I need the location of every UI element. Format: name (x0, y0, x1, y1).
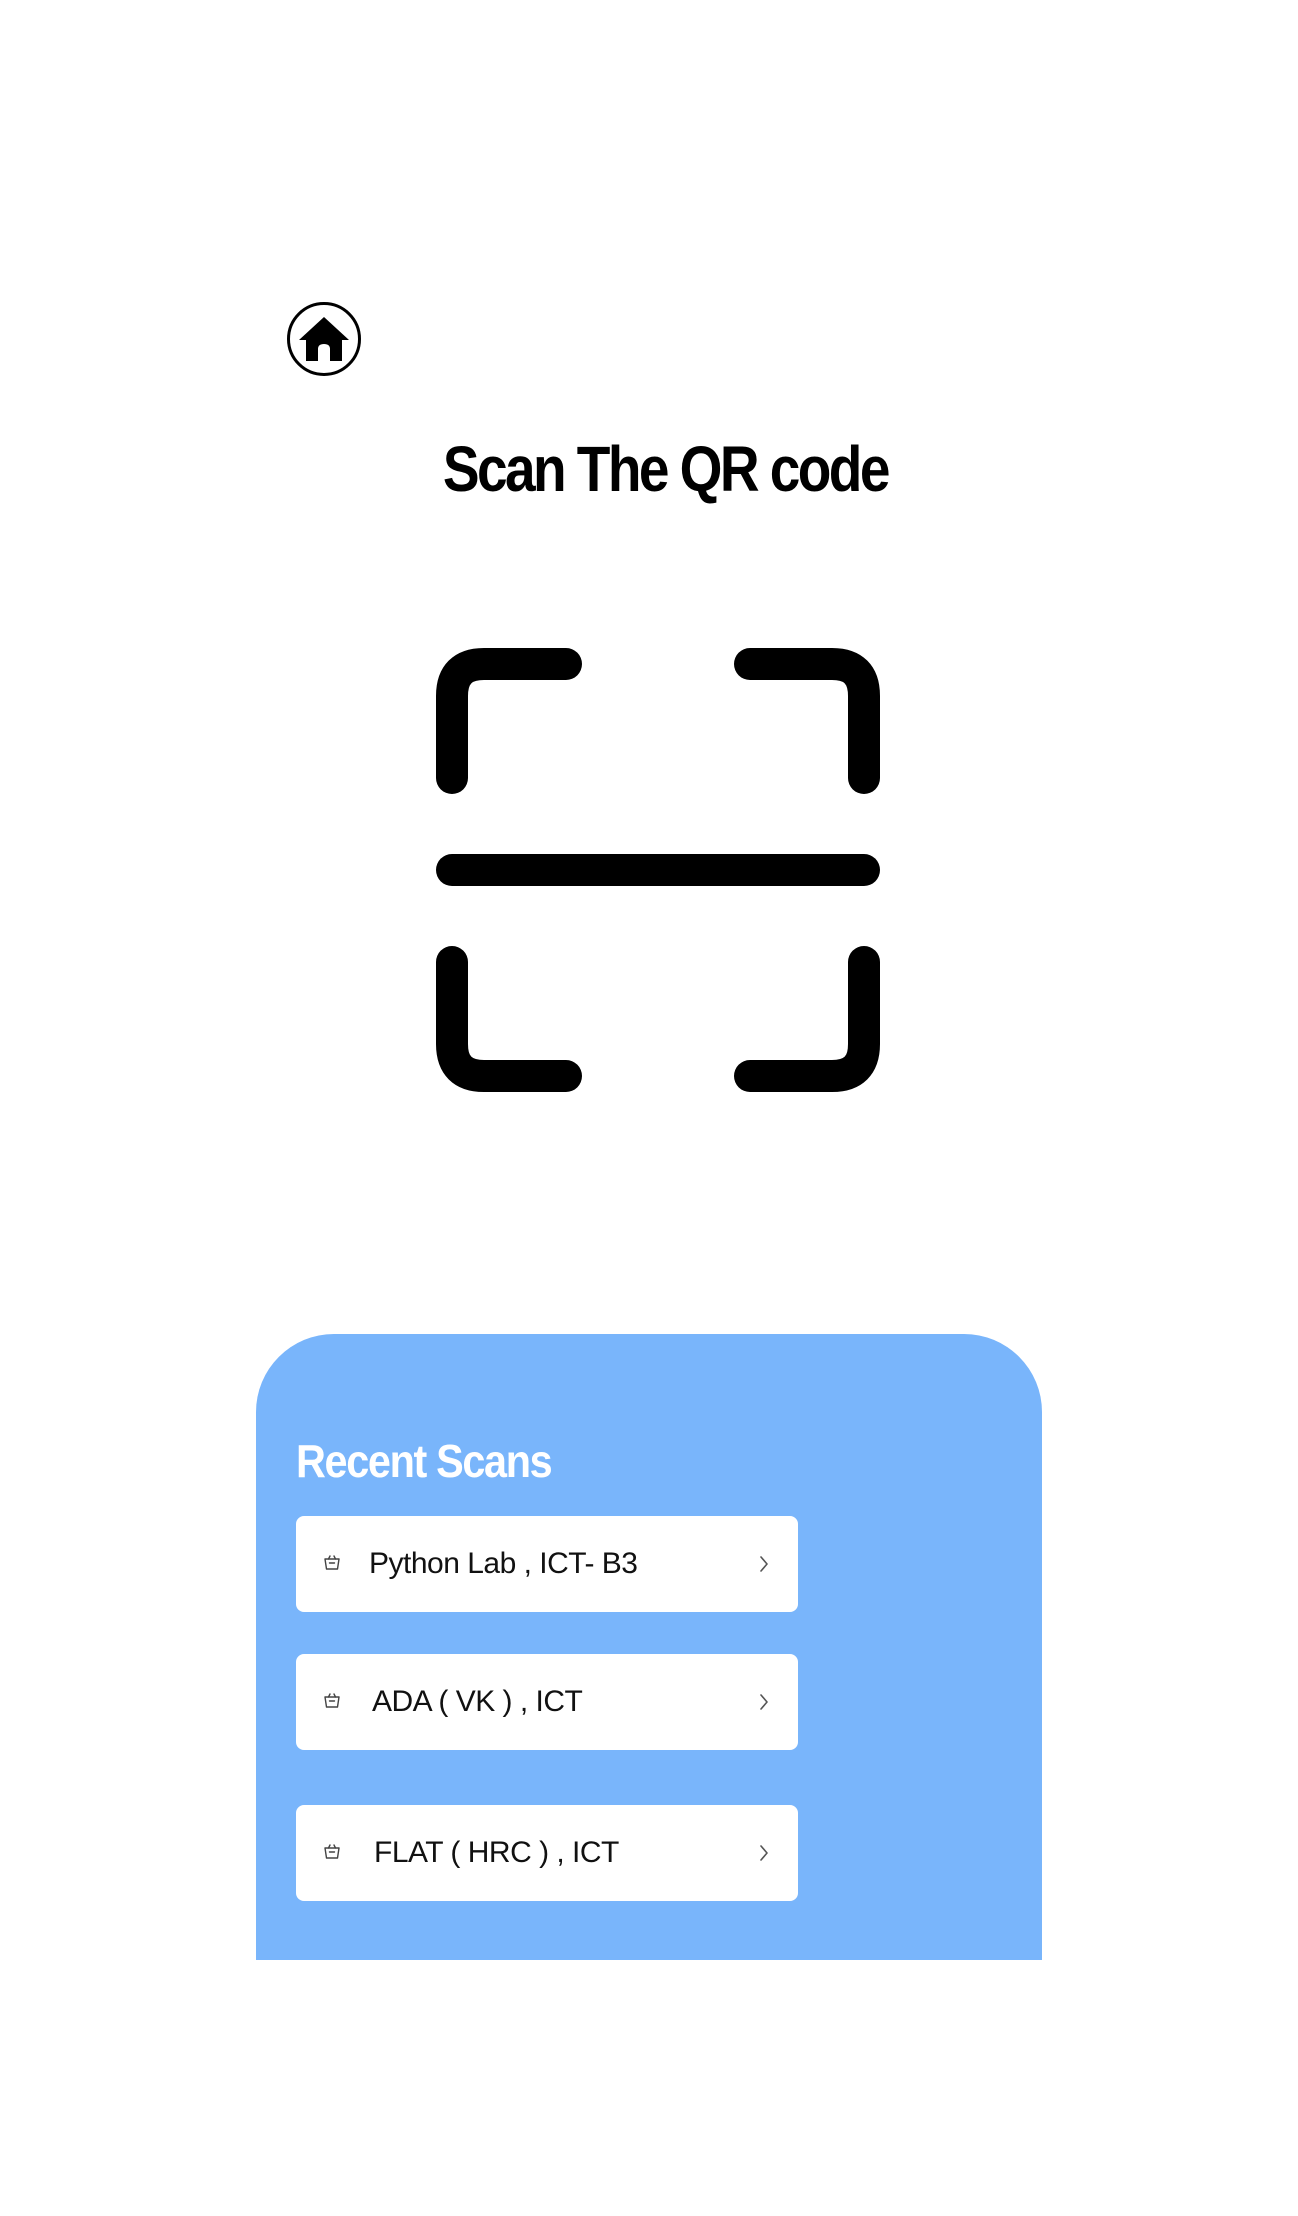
recent-scan-item[interactable]: ADA ( VK ) , ICT (296, 1654, 798, 1750)
home-button[interactable] (287, 302, 361, 376)
qr-scan-icon[interactable] (436, 648, 880, 1092)
recent-scan-item-label: Python Lab , ICT- B3 (369, 1547, 638, 1580)
chevron-right-icon (760, 1845, 768, 1861)
recent-scan-item-label: ADA ( VK ) , ICT (372, 1685, 583, 1718)
chevron-right-icon (760, 1556, 768, 1572)
page-title: Scan The QR code (442, 433, 891, 505)
basket-icon (324, 1693, 340, 1708)
recent-scan-item[interactable]: FLAT ( HRC ) , ICT (296, 1805, 798, 1901)
recent-scans-panel: Recent Scans Python Lab , ICT- B3 ADA ( … (256, 1334, 1042, 1960)
recent-scan-item-label: FLAT ( HRC ) , ICT (374, 1836, 619, 1869)
chevron-right-icon (760, 1694, 768, 1710)
recent-scan-item[interactable]: Python Lab , ICT- B3 (296, 1516, 798, 1612)
recent-scans-title: Recent Scans (296, 1435, 553, 1487)
basket-icon (324, 1844, 340, 1859)
home-icon (299, 317, 349, 361)
basket-icon (324, 1555, 340, 1570)
